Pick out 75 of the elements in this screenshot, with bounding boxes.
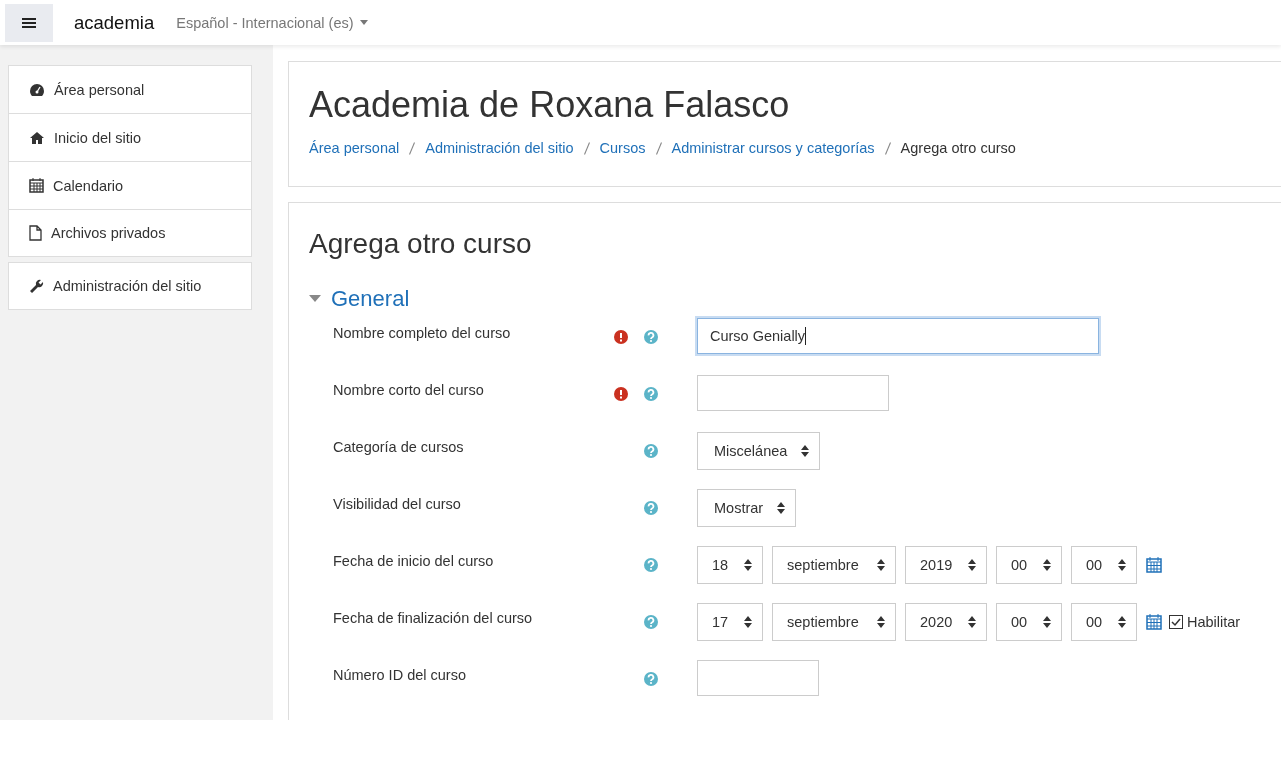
- form-title: Agrega otro curso: [309, 228, 533, 260]
- sort-icon: [968, 559, 976, 571]
- select-dropdown[interactable]: 00: [996, 546, 1062, 584]
- nav-item[interactable]: Administración del sitio: [9, 263, 251, 309]
- breadcrumb-separator-icon: [583, 141, 590, 155]
- select-dropdown[interactable]: 00: [996, 603, 1062, 641]
- select-dropdown[interactable]: septiembre: [772, 546, 896, 584]
- breadcrumb-link[interactable]: Cursos: [599, 140, 646, 156]
- menu-button[interactable]: [5, 3, 53, 42]
- breadcrumb-separator-icon: [655, 141, 662, 155]
- checkbox[interactable]: [1169, 615, 1183, 629]
- wrench-icon: [29, 278, 44, 294]
- calendar-icon: [29, 178, 44, 193]
- page-title: Academia de Roxana Falasco: [309, 84, 791, 126]
- select-dropdown[interactable]: 2020: [905, 603, 987, 641]
- sort-icon: [1043, 616, 1051, 628]
- nav-item[interactable]: Calendario: [9, 162, 251, 210]
- breadcrumb-link[interactable]: Área personal: [309, 140, 400, 156]
- site-name[interactable]: academia: [74, 11, 155, 34]
- required-icon: [614, 330, 628, 344]
- breadcrumb-current: Agrega otro curso: [900, 140, 1016, 156]
- document-icon: [29, 225, 42, 241]
- section-toggle[interactable]: General: [309, 286, 410, 312]
- nav-item[interactable]: Archivos privados: [9, 210, 251, 256]
- field-label: Nombre corto del curso: [332, 381, 485, 398]
- language-dropdown[interactable]: Español - Internacional (es): [170, 13, 374, 32]
- sort-icon: [801, 445, 810, 457]
- sort-icon: [1118, 559, 1126, 571]
- field-label: Categoría de cursos: [332, 438, 465, 455]
- home-icon: [29, 130, 45, 145]
- gauge-icon: [29, 82, 45, 97]
- select-dropdown[interactable]: septiembre: [772, 603, 896, 641]
- caret-icon: [309, 295, 321, 303]
- sort-icon: [1118, 616, 1126, 628]
- checkbox-label: Habilitar: [1187, 614, 1241, 630]
- field-label: Número ID del curso: [332, 666, 467, 683]
- field-label: Fecha de finalización del curso: [332, 609, 534, 626]
- sort-icon: [1043, 559, 1051, 571]
- menu-icon: [22, 16, 36, 29]
- breadcrumb-separator-icon: [409, 141, 416, 155]
- sort-icon: [744, 616, 752, 628]
- help-icon[interactable]: [644, 330, 658, 344]
- text-field[interactable]: Curso Genially: [697, 318, 1099, 354]
- help-icon[interactable]: [644, 615, 658, 629]
- sort-icon: [744, 559, 752, 571]
- calendar-icon[interactable]: [1146, 614, 1162, 630]
- breadcrumb-link[interactable]: Administrar cursos y categorías: [671, 140, 875, 156]
- select-dropdown[interactable]: 00: [1071, 603, 1137, 641]
- calendar-icon[interactable]: [1146, 557, 1162, 573]
- field-label: Visibilidad del curso: [332, 495, 462, 512]
- select-dropdown[interactable]: Mostrar: [697, 489, 797, 527]
- sort-icon: [968, 616, 976, 628]
- help-icon[interactable]: [644, 501, 658, 515]
- required-icon: [614, 387, 628, 401]
- nav-item[interactable]: Inicio del sitio: [9, 114, 251, 162]
- help-icon[interactable]: [644, 387, 658, 401]
- breadcrumb-separator-icon: [884, 141, 891, 155]
- text-field[interactable]: [697, 660, 819, 696]
- breadcrumb-link[interactable]: Administración del sitio: [425, 140, 574, 156]
- sort-icon: [777, 502, 786, 514]
- select-dropdown[interactable]: 00: [1071, 546, 1137, 584]
- caret-icon: [359, 20, 368, 25]
- select-dropdown[interactable]: Miscelánea: [697, 432, 821, 470]
- help-icon[interactable]: [644, 672, 658, 686]
- field-label: Fecha de inicio del curso: [332, 552, 495, 569]
- field-label: Nombre completo del curso: [332, 324, 512, 341]
- help-icon[interactable]: [644, 558, 658, 572]
- select-dropdown[interactable]: 18: [697, 546, 763, 584]
- text-field[interactable]: [697, 375, 889, 411]
- help-icon[interactable]: [644, 444, 658, 458]
- select-dropdown[interactable]: 17: [697, 603, 763, 641]
- sort-icon: [877, 616, 885, 628]
- nav-item[interactable]: Área personal: [9, 66, 251, 114]
- sort-icon: [877, 559, 885, 571]
- select-dropdown[interactable]: 2019: [905, 546, 987, 584]
